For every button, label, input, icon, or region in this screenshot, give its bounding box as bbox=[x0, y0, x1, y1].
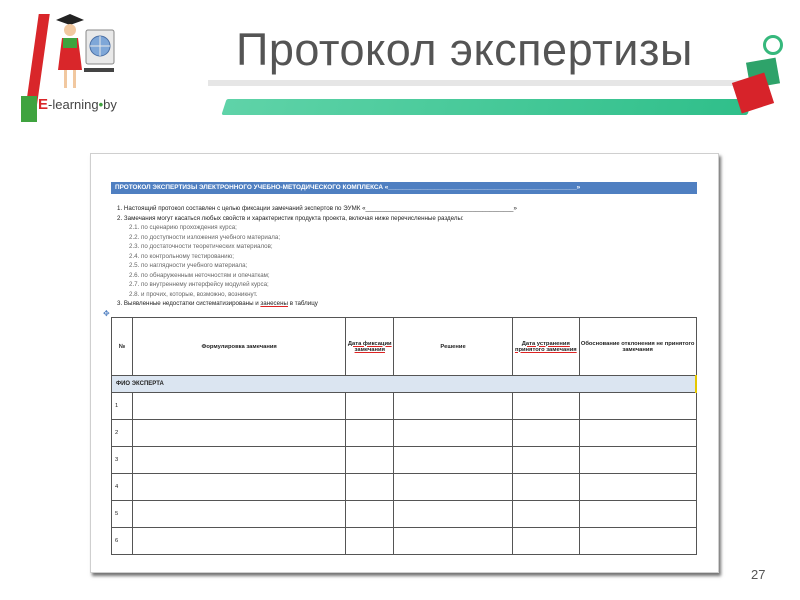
row-number: 5 bbox=[111, 500, 133, 528]
row-number: 3 bbox=[111, 446, 133, 474]
remarks-table: № Формулировка замечания Дата фиксации з… bbox=[111, 317, 697, 555]
table-header-row: № Формулировка замечания Дата фиксации з… bbox=[111, 317, 697, 376]
col-header-remark: Формулировка замечания bbox=[131, 317, 347, 376]
table-row: 1 bbox=[111, 392, 697, 420]
col-header-resolve-date: Дата устранения принятого замечания bbox=[511, 317, 580, 376]
logo-green-bar bbox=[21, 96, 37, 122]
sub-list-item: 2.5. по наглядности учебного материала; bbox=[129, 262, 248, 269]
list-item: 1. Настоящий протокол составлен с целью … bbox=[117, 205, 517, 212]
green-decor-stripe bbox=[221, 99, 753, 115]
table-move-handle-icon[interactable]: ✥ bbox=[103, 309, 110, 318]
page-number: 27 bbox=[751, 567, 766, 582]
header-divider bbox=[208, 80, 764, 86]
sub-list-item: 2.1. по сценарию прохождения курса; bbox=[129, 224, 237, 231]
decor-circle bbox=[763, 35, 783, 55]
sub-list-item: 2.6. по обнаруженным неточностям и опеча… bbox=[129, 271, 270, 279]
document-header: ПРОТОКОЛ ЭКСПЕРТИЗЫ ЭЛЕКТРОННОГО УЧЕБНО-… bbox=[111, 182, 697, 194]
row-number: 4 bbox=[111, 473, 133, 501]
col-header-fix-date: Дата фиксации замечания bbox=[345, 317, 395, 376]
col-header-number: № bbox=[111, 317, 133, 376]
logo-text: E-learning•by bbox=[38, 96, 117, 113]
slide-title: Протокол экспертизы bbox=[236, 24, 693, 75]
logo-teacher-figure-icon bbox=[56, 14, 115, 88]
list-item: 2. Замечания могут касаться любых свойст… bbox=[117, 214, 464, 222]
sub-list-item: 2.4. по контрольному тестированию; bbox=[129, 252, 234, 260]
row-number: 1 bbox=[111, 392, 133, 420]
list-item: 3. Выявленные недостатки систематизирова… bbox=[117, 300, 318, 307]
table-row: 3 bbox=[111, 446, 697, 474]
table-row: 5 bbox=[111, 500, 697, 528]
col-header-rejection-reason: Обоснование отклонения не принятого заме… bbox=[578, 317, 697, 376]
row-number: 6 bbox=[111, 527, 133, 555]
table-row: 4 bbox=[111, 473, 697, 501]
sub-list-item: 2.7. по внутреннему интерфейсу модулей к… bbox=[129, 281, 269, 288]
sub-list-item: 2.3. по достаточности теоретических мате… bbox=[129, 243, 273, 250]
protocol-document: ПРОТОКОЛ ЭКСПЕРТИЗЫ ЭЛЕКТРОННОГО УЧЕБНО-… bbox=[90, 153, 719, 573]
col-header-decision: Решение bbox=[393, 317, 513, 376]
expert-name-row: ФИО ЭКСПЕРТА bbox=[111, 375, 697, 393]
sub-list-item: 2.8. и прочих, которые, возможно, возник… bbox=[129, 290, 258, 298]
table-row: 6 bbox=[111, 527, 697, 555]
row-number: 2 bbox=[111, 419, 133, 447]
sub-list-item: 2.2. по доступности изложения учебного м… bbox=[129, 233, 281, 241]
expert-name-label: ФИО ЭКСПЕРТА bbox=[111, 375, 697, 393]
table-row: 2 bbox=[111, 419, 697, 447]
document-list: 1. Настоящий протокол составлен с целью … bbox=[117, 204, 677, 309]
